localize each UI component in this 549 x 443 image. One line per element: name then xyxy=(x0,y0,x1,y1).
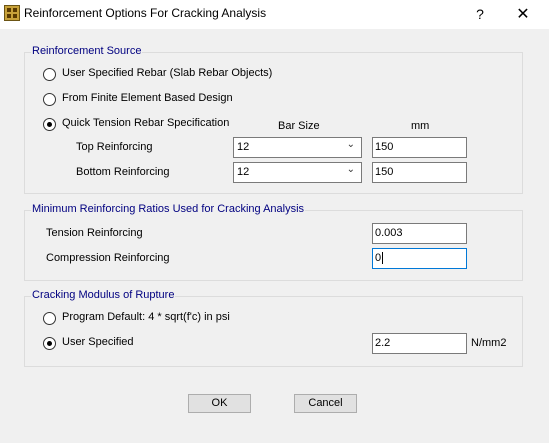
tension-reinforcing-label: Tension Reinforcing xyxy=(46,227,143,239)
chevron-down-icon[interactable]: ⌄ xyxy=(347,164,355,175)
compression-reinforcing-value: 0 xyxy=(375,252,382,264)
bottom-reinforcing-label: Bottom Reinforcing xyxy=(76,166,170,178)
user-specified-radio[interactable] xyxy=(43,337,56,350)
ok-button[interactable]: OK xyxy=(188,394,251,413)
min-ratios-group xyxy=(24,210,523,281)
chevron-down-icon[interactable]: ⌄ xyxy=(347,139,355,150)
top-reinforcing-label: Top Reinforcing xyxy=(76,141,153,153)
min-ratios-legend: Minimum Reinforcing Ratios Used for Crac… xyxy=(31,203,306,215)
text-caret xyxy=(382,252,384,265)
compression-reinforcing-label: Compression Reinforcing xyxy=(46,252,170,264)
compression-reinforcing-input[interactable]: 0 xyxy=(372,248,467,269)
finite-element-design-radio[interactable] xyxy=(43,93,56,106)
mm-header: mm xyxy=(411,120,430,132)
bottom-bar-size-select[interactable]: 12 ⌄ xyxy=(233,162,362,183)
title-bar: Reinforcement Options For Cracking Analy… xyxy=(0,0,549,29)
bottom-mm-input[interactable]: 150 xyxy=(372,162,467,183)
modulus-unit-label: N/mm2 xyxy=(471,337,507,349)
reinforcement-source-legend: Reinforcement Source xyxy=(31,45,143,57)
bar-size-header: Bar Size xyxy=(278,120,320,132)
finite-element-design-label[interactable]: From Finite Element Based Design xyxy=(62,92,233,104)
help-button[interactable]: ? xyxy=(466,0,494,29)
top-bar-size-value: 12 xyxy=(237,141,250,153)
modulus-group xyxy=(24,296,523,367)
close-button[interactable]: ✕ xyxy=(508,0,538,29)
quick-tension-rebar-radio[interactable] xyxy=(43,118,56,131)
program-default-radio[interactable] xyxy=(43,312,56,325)
user-specified-label[interactable]: User Specified xyxy=(62,336,134,348)
window-title: Reinforcement Options For Cracking Analy… xyxy=(24,6,267,20)
modulus-value-input[interactable]: 2.2 xyxy=(372,333,467,354)
user-specified-rebar-label[interactable]: User Specified Rebar (Slab Rebar Objects… xyxy=(62,67,272,79)
user-specified-rebar-radio[interactable] xyxy=(43,68,56,81)
bottom-bar-size-value: 12 xyxy=(237,166,250,178)
modulus-legend: Cracking Modulus of Rupture xyxy=(31,289,176,301)
top-mm-input[interactable]: 150 xyxy=(372,137,467,158)
app-icon xyxy=(4,5,20,21)
quick-tension-rebar-label[interactable]: Quick Tension Rebar Specification xyxy=(62,117,229,129)
program-default-label[interactable]: Program Default: 4 * sqrt(f'c) in psi xyxy=(62,311,230,323)
tension-reinforcing-input[interactable]: 0.003 xyxy=(372,223,467,244)
cancel-button[interactable]: Cancel xyxy=(294,394,357,413)
top-bar-size-select[interactable]: 12 ⌄ xyxy=(233,137,362,158)
